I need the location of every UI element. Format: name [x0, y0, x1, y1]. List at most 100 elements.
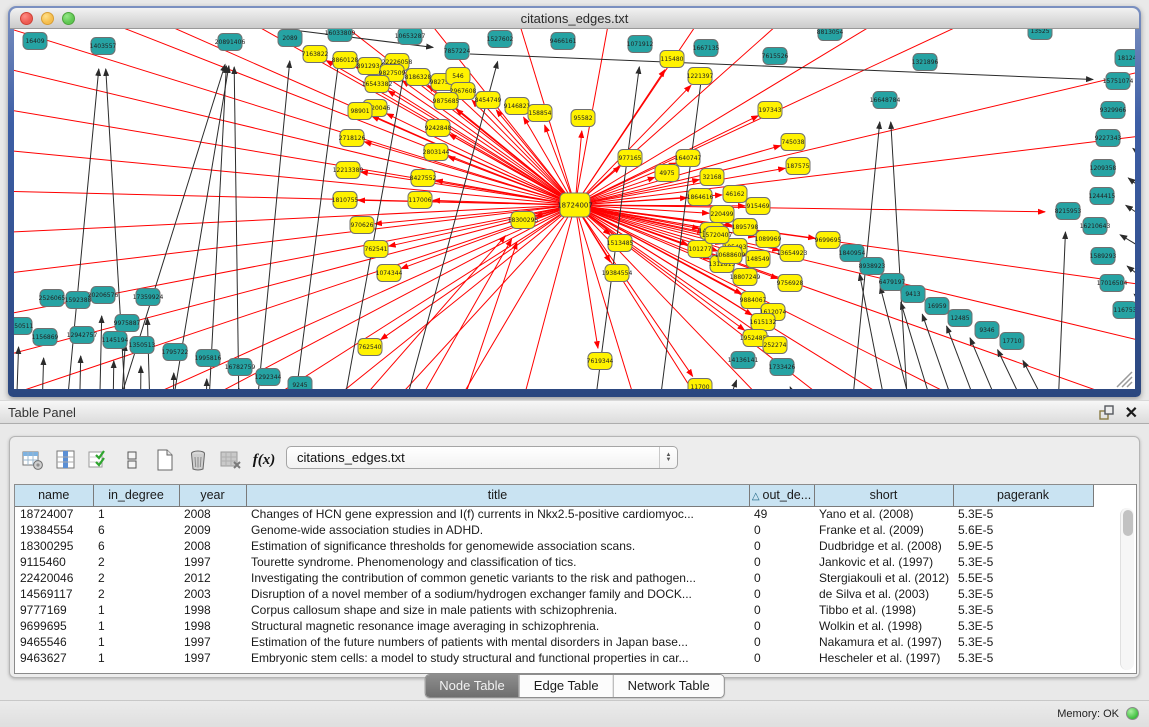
table-row[interactable]: 2242004622012Investigating the contribut… [15, 570, 1093, 586]
table-cell[interactable]: 0 [749, 586, 814, 602]
column-header-pagerank[interactable]: pagerank [953, 485, 1093, 506]
table-cell[interactable]: 0 [749, 538, 814, 554]
table-row[interactable]: 1830029562008Estimation of significance … [15, 538, 1093, 554]
table-cell[interactable]: 1 [93, 618, 179, 634]
rows-icon[interactable] [119, 447, 145, 473]
tab-edge-table[interactable]: Edge Table [519, 675, 613, 697]
table-cell[interactable]: Tibbo et al. (1998) [814, 602, 953, 618]
table-cell[interactable]: 0 [749, 650, 814, 666]
table-cell[interactable]: 49 [749, 506, 814, 522]
table-cell[interactable]: Embryonic stem cells: a model to study s… [246, 650, 749, 666]
table-cell[interactable]: 1 [93, 506, 179, 522]
table-cell[interactable]: 18300295 [15, 538, 93, 554]
table-cell[interactable]: 1 [93, 650, 179, 666]
table-cell[interactable]: Genome-wide association studies in ADHD. [246, 522, 749, 538]
table-cell[interactable]: 5.3E-5 [953, 586, 1093, 602]
table-cell[interactable]: Stergiakouli et al. (2012) [814, 570, 953, 586]
function-icon[interactable]: f(x) [251, 447, 277, 473]
column-header-year[interactable]: year [179, 485, 246, 506]
table-cell[interactable]: 5.6E-5 [953, 522, 1093, 538]
tab-network-table[interactable]: Network Table [613, 675, 724, 697]
table-cell[interactable]: 9463627 [15, 650, 93, 666]
select-all-check-icon[interactable] [86, 447, 112, 473]
table-cell[interactable]: 2003 [179, 586, 246, 602]
table-cell[interactable]: Corpus callosum shape and size in male p… [246, 602, 749, 618]
table-cell[interactable]: de Silva et al. (2003) [814, 586, 953, 602]
table-cell[interactable]: 5.3E-5 [953, 554, 1093, 570]
table-cell[interactable]: 6 [93, 538, 179, 554]
table-cell[interactable]: 5.3E-5 [953, 602, 1093, 618]
column-header-name[interactable]: name [15, 485, 93, 506]
table-row[interactable]: 946554611997Estimation of the future num… [15, 634, 1093, 650]
table-row[interactable]: 911546021997Tourette syndrome. Phenomeno… [15, 554, 1093, 570]
table-cell[interactable]: 1997 [179, 554, 246, 570]
table-cell[interactable]: Estimation of the future numbers of pati… [246, 634, 749, 650]
table-cell[interactable]: 9115460 [15, 554, 93, 570]
table-cell[interactable]: 0 [749, 570, 814, 586]
table-selector-dropdown[interactable]: citations_edges.txt ▲▼ [286, 446, 678, 469]
table-row[interactable]: 1872400712008Changes of HCN gene express… [15, 506, 1093, 522]
table-cell[interactable]: 1997 [179, 634, 246, 650]
table-cell[interactable]: 5.3E-5 [953, 634, 1093, 650]
table-cell[interactable]: Tourette syndrome. Phenomenology and cla… [246, 554, 749, 570]
table-cell[interactable]: Dudbridge et al. (2008) [814, 538, 953, 554]
table-cell[interactable]: 5.3E-5 [953, 650, 1093, 666]
table-cell[interactable]: 5.3E-5 [953, 618, 1093, 634]
table-row[interactable]: 977716911998Corpus callosum shape and si… [15, 602, 1093, 618]
table-cell[interactable]: Franke et al. (2009) [814, 522, 953, 538]
table-cell[interactable]: Disruption of a novel member of a sodium… [246, 586, 749, 602]
vertical-scrollbar[interactable] [1120, 508, 1134, 670]
table-cell[interactable]: 2012 [179, 570, 246, 586]
table-cell[interactable]: 2 [93, 586, 179, 602]
table-cell[interactable]: 5.5E-5 [953, 570, 1093, 586]
resize-grip-icon[interactable] [1117, 372, 1132, 387]
table-row[interactable]: 946362711997Embryonic stem cells: a mode… [15, 650, 1093, 666]
table-cell[interactable]: 2009 [179, 522, 246, 538]
table-cell[interactable]: Estimation of significance thresholds fo… [246, 538, 749, 554]
table-cell[interactable]: 0 [749, 602, 814, 618]
table-options-icon[interactable] [20, 447, 46, 473]
table-cell[interactable]: Investigating the contribution of common… [246, 570, 749, 586]
table-row[interactable]: 969969511998Structural magnetic resonanc… [15, 618, 1093, 634]
trash-icon[interactable] [185, 447, 211, 473]
table-row[interactable]: 1938455462009Genome-wide association stu… [15, 522, 1093, 538]
column-header-out_de[interactable]: △out_de... [749, 485, 814, 506]
window-titlebar[interactable]: citations_edges.txt [10, 8, 1139, 29]
scrollbar-thumb[interactable] [1123, 510, 1133, 536]
table-cell[interactable]: 1 [93, 634, 179, 650]
table-cell[interactable]: 1997 [179, 650, 246, 666]
table-cell[interactable]: 9465546 [15, 634, 93, 650]
table-cell[interactable]: 2 [93, 570, 179, 586]
table-cell[interactable]: 2008 [179, 506, 246, 522]
table-cell[interactable]: 18724007 [15, 506, 93, 522]
close-panel-icon[interactable]: ✕ [1125, 403, 1138, 423]
column-header-short[interactable]: short [814, 485, 953, 506]
network-view[interactable]: 1640914035572089140620891603380910653287… [14, 29, 1135, 389]
table-cell[interactable]: 1998 [179, 602, 246, 618]
table-cell[interactable]: 6 [93, 522, 179, 538]
float-panel-icon[interactable] [1099, 405, 1115, 421]
table-cell[interactable]: Changes of HCN gene expression and I(f) … [246, 506, 749, 522]
table-cell[interactable]: 2008 [179, 538, 246, 554]
table-cell[interactable]: Jankovic et al. (1997) [814, 554, 953, 570]
table-cell[interactable]: 5.9E-5 [953, 538, 1093, 554]
table-cell[interactable]: 0 [749, 634, 814, 650]
table-cell[interactable]: Wolkin et al. (1998) [814, 618, 953, 634]
table-cell[interactable]: 2 [93, 554, 179, 570]
table-cell[interactable]: 0 [749, 522, 814, 538]
table-cell[interactable]: 22420046 [15, 570, 93, 586]
column-header-title[interactable]: title [246, 485, 749, 506]
table-row[interactable]: 1456911722003Disruption of a novel membe… [15, 586, 1093, 602]
table-cell[interactable]: Hescheler et al. (1997) [814, 650, 953, 666]
new-table-icon[interactable] [152, 447, 178, 473]
table-cell[interactable]: Nakamura et al. (1997) [814, 634, 953, 650]
table-cell[interactable]: 1998 [179, 618, 246, 634]
table-cell[interactable]: 9699695 [15, 618, 93, 634]
table-cell[interactable]: 14569117 [15, 586, 93, 602]
table-cell[interactable]: 5.3E-5 [953, 506, 1093, 522]
table-cell[interactable]: 0 [749, 554, 814, 570]
table-cell[interactable]: 19384554 [15, 522, 93, 538]
show-columns-icon[interactable] [53, 447, 79, 473]
delete-table-icon[interactable] [218, 447, 244, 473]
table-cell[interactable]: 9777169 [15, 602, 93, 618]
